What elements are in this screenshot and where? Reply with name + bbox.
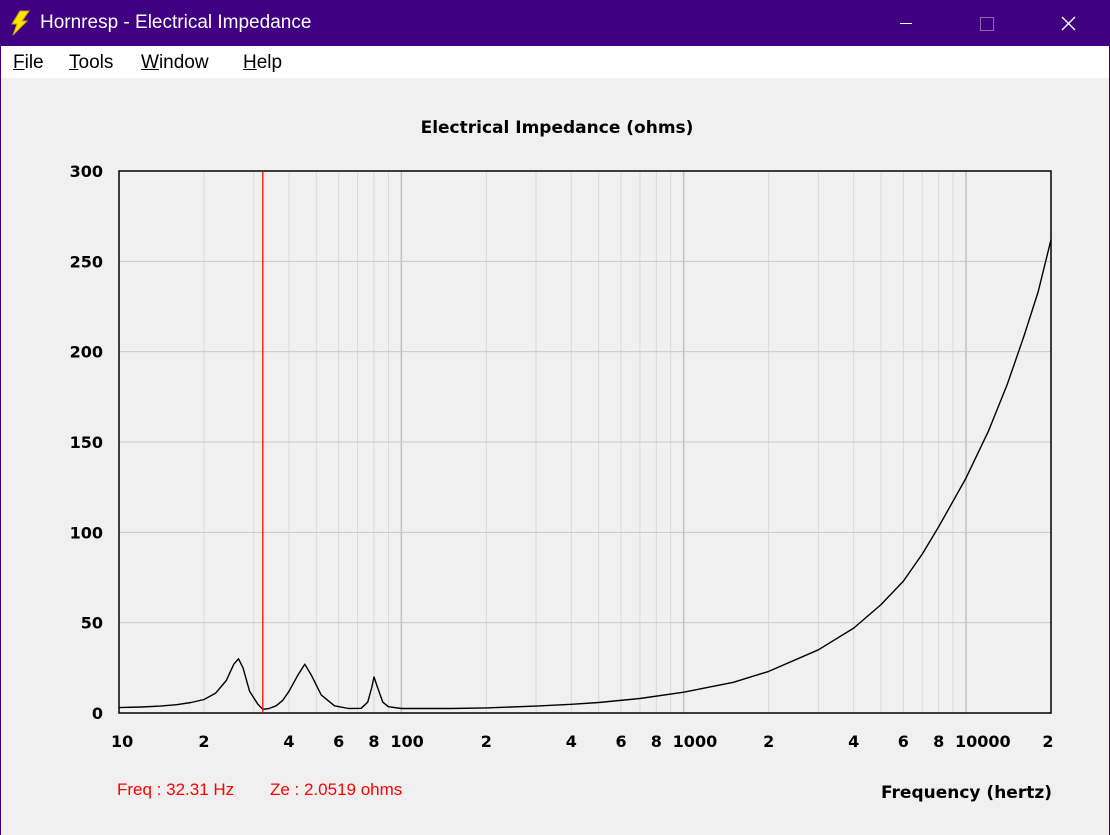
- chart-grid: [119, 171, 1051, 713]
- y-tick-label: 50: [81, 614, 103, 633]
- chart-series: [118, 239, 1052, 710]
- x-tick-label: 10: [111, 732, 133, 751]
- x-tick-label: 8: [933, 732, 944, 751]
- x-tick-label: 10000: [955, 732, 1011, 751]
- y-axis-ticks: 0 50 100 150 200 250 300: [70, 162, 103, 723]
- x-tick-label: 4: [848, 732, 859, 751]
- x-tick-label: 2: [1042, 732, 1053, 751]
- y-tick-label: 0: [92, 704, 103, 723]
- x-tick-label: 6: [615, 732, 626, 751]
- x-tick-label: 6: [898, 732, 909, 751]
- y-tick-label: 150: [70, 433, 103, 452]
- x-tick-label: 2: [481, 732, 492, 751]
- x-tick-label: 1000: [673, 732, 718, 751]
- x-axis-ticks: 10 2 4 6 8 100 2 4 6 8 1000 2 4 6 8 10000 2: [111, 732, 1054, 751]
- x-tick-label: 2: [763, 732, 774, 751]
- y-tick-label: 200: [70, 343, 103, 362]
- impedance-curve: [118, 239, 1052, 710]
- x-tick-label: 6: [333, 732, 344, 751]
- x-tick-label: 2: [198, 732, 209, 751]
- impedance-readout: Ze : 2.0519 ohms: [270, 780, 403, 799]
- impedance-chart: Electrical Impedance (ohms) 0 50 100 150 200…: [70, 118, 1054, 803]
- x-axis-label: Frequency (hertz): [881, 783, 1052, 803]
- x-tick-label: 100: [390, 732, 423, 751]
- x-tick-label: 4: [566, 732, 577, 751]
- y-tick-label: 100: [70, 523, 103, 542]
- chart-title: Electrical Impedance (ohms): [421, 118, 694, 138]
- x-tick-label: 4: [283, 732, 294, 751]
- x-tick-label: 8: [368, 732, 379, 751]
- y-tick-label: 250: [70, 252, 103, 271]
- x-tick-label: 8: [651, 732, 662, 751]
- freq-readout: Freq : 32.31 Hz: [117, 780, 235, 799]
- y-tick-label: 300: [70, 162, 103, 181]
